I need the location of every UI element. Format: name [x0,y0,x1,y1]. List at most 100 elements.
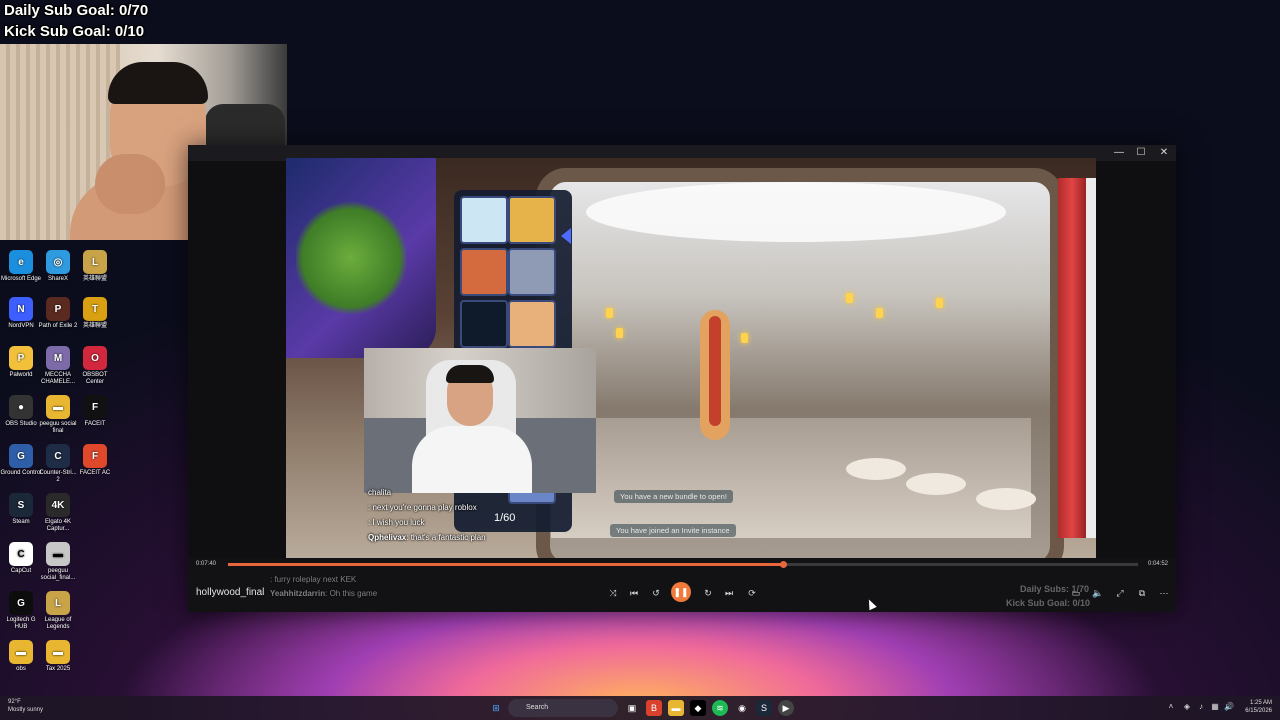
desktop-icon-label: CapCut [10,568,32,574]
desktop-icon-label: Palworld [9,372,33,378]
inventory-slot[interactable] [460,248,508,296]
maximize-button[interactable]: ☐ [1130,145,1152,161]
desktop-icon-elgato-4k-captur[interactable]: 4K Elgato 4K Captur... [37,493,79,533]
volume-icon[interactable]: 🔈 [1090,585,1106,601]
desktop-icon-meccha-chamele[interactable]: M MECCHA CHAMELE... [37,346,79,386]
desktop-icon-ground-control[interactable]: G Ground Control [0,444,42,477]
repeat-icon[interactable]: ⟳ [744,585,760,601]
microphone-icon[interactable]: ♪ [1196,701,1206,713]
close-button[interactable]: ✕ [1153,145,1175,161]
desktop-icon-nordvpn[interactable]: N NordVPN [0,297,42,330]
tray-app-icon[interactable]: ◈ [1182,701,1192,713]
second-webcam [364,348,596,493]
clock-time: 1:25 AM [1249,700,1272,706]
chat-message: chalita [368,488,392,497]
desktop-icon-label: Tax 2025 [45,666,71,672]
seek-handle[interactable] [780,561,788,568]
desktop-icon-obs-studio[interactable]: ● OBS Studio [0,395,42,428]
pause-button[interactable]: ❚❚ [671,582,691,602]
app-icon: M [46,346,70,370]
inventory-slot[interactable] [508,196,556,244]
weather-desc: Mostly sunny [8,707,44,713]
speaker-icon[interactable]: 🔊 [1224,701,1234,713]
desktop-icon-label: peeguu social_final... [40,568,76,581]
desktop-icon-peeguu-social-final[interactable]: ▬ peeguu social_final... [37,542,79,582]
media-player-window: — ☐ ✕ 1/60 You have a new bundle to open… [188,145,1176,612]
fullscreen-icon[interactable]: ⤢ [1112,585,1128,601]
desktop-icon-path-of-exile-2[interactable]: P Path of Exile 2 [37,297,79,330]
app-icon: ▬ [46,395,70,419]
desktop-icon-[interactable]: T 英雄聯盟 [74,297,116,330]
previous-icon[interactable]: ⏮ [626,585,642,601]
app-icon: P [46,297,70,321]
chat-message-ghost: : furry roleplay next KEK [270,575,357,584]
chrome-icon[interactable]: ◉ [734,700,750,716]
desktop-icon-capcut[interactable]: C CapCut [0,542,42,575]
desktop-icon-label: OBSBOT Center [82,372,108,385]
video-frame[interactable]: 1/60 You have a new bundle to open! You … [286,158,1096,558]
desktop-icon-peeguu-social-final[interactable]: ▬ peeguu social final [37,395,79,435]
chat-message-ghost: Yeahhitzdarrin: Oh this game [270,589,378,598]
desktop-icon-microsoft-edge[interactable]: e Microsoft Edge [0,250,42,283]
app-icon: ● [9,395,33,419]
desktop-icon-sharex[interactable]: ◎ ShareX [37,250,79,283]
app-icon: C [46,444,70,468]
desktop-icon-steam[interactable]: S Steam [0,493,42,526]
desktop-icon-obs[interactable]: ▬ obs [0,640,42,673]
desktop-icon-label: 英雄聯盟 [82,276,107,282]
task-view-icon[interactable]: ▣ [624,700,640,716]
desktop-icon-logitech-g-hub[interactable]: G Logitech G HUB [0,591,42,631]
rewind-icon[interactable]: ↺ [648,585,664,601]
app-icon: F [83,444,107,468]
media-player-icon[interactable]: ▶ [778,700,794,716]
spotify-icon[interactable]: ≋ [712,700,728,716]
shuffle-icon[interactable]: ⤨ [605,585,621,601]
tray-chevron-icon[interactable]: ˄ [1166,701,1176,713]
forward-icon[interactable]: ↻ [700,585,716,601]
app-icon: ▬ [46,640,70,664]
captions-icon[interactable]: ▭ [1068,585,1084,601]
desktop-icon-[interactable]: L 英雄聯盟 [74,250,116,283]
app-icon: 4K [46,493,70,517]
desktop-icon-label: NordVPN [8,323,34,329]
start-icon[interactable]: ⊞ [488,700,504,716]
desktop-icon-tax-2025[interactable]: ▬ Tax 2025 [37,640,79,673]
weather-widget[interactable]: 92°F Mostly sunny [8,698,43,714]
inventory-slot[interactable] [508,300,556,348]
minimize-button[interactable]: — [1108,145,1130,161]
app-icon: P [9,346,33,370]
next-icon[interactable]: ⏭ [721,585,737,601]
player-controls: 0:07:40 0:04:52 : furry roleplay next KE… [188,558,1176,612]
desktop-icon-label: Counter-Stri... 2 [39,470,77,483]
search-box[interactable]: Search [508,699,618,717]
desktop-icon-league-of-legends[interactable]: L League of Legends [37,591,79,631]
desktop-icon-label: Ground Control [0,470,42,476]
weather-temp: 92°F [8,699,21,705]
hotdog-avatar [700,310,730,440]
desktop-icon-label: FACEIT [84,421,106,427]
taskbar: 92°F Mostly sunny ⊞ Search ▣ B ▬ ◆ ≋ ◉ S… [0,696,1280,720]
desktop-icon-obsbot-center[interactable]: O OBSBOT Center [74,346,116,386]
seek-bar[interactable] [228,561,1138,568]
desktop-icon-label: Steam [12,519,30,525]
desktop-icon-label: Path of Exile 2 [38,323,78,329]
desktop-icon-faceit-ac[interactable]: F FACEIT AC [74,444,116,477]
inventory-slot[interactable] [508,248,556,296]
miniplayer-icon[interactable]: ⧉ [1134,585,1150,601]
collapse-arrow-icon[interactable] [561,228,571,244]
file-explorer-icon[interactable]: ▬ [668,700,684,716]
desktop-icon-counter-stri-2[interactable]: C Counter-Stri... 2 [37,444,79,484]
more-icon[interactable]: ⋯ [1156,585,1172,601]
network-icon[interactable]: ▦ [1210,701,1220,713]
steam-icon[interactable]: S [756,700,772,716]
app-icon: O [83,346,107,370]
capcut-icon[interactable]: ◆ [690,700,706,716]
brave-icon[interactable]: B [646,700,662,716]
inventory-slot[interactable] [460,196,508,244]
desktop-icon-faceit[interactable]: F FACEIT [74,395,116,428]
desktop-icon-label: ShareX [47,276,68,282]
inventory-slot[interactable] [460,300,508,348]
desktop-icon-palworld[interactable]: P Palworld [0,346,42,379]
app-icon: e [9,250,33,274]
clock[interactable]: 1:25 AM 6/15/2026 [1245,699,1272,715]
